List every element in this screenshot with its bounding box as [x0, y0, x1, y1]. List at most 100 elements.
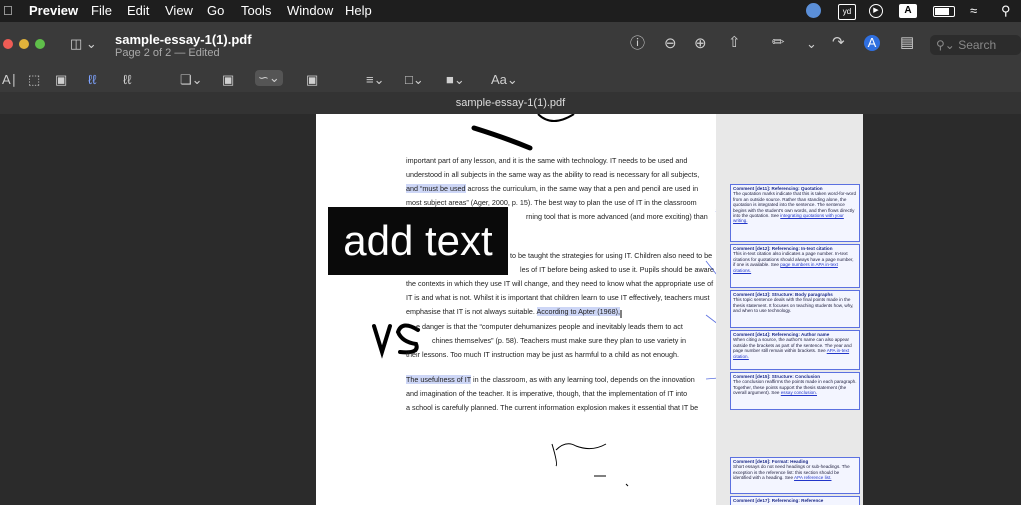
spotlight-icon[interactable]: ⚲	[1001, 3, 1011, 19]
essay-line: most subject areas” (Ager, 2000, p. 15).…	[406, 198, 697, 207]
comment-body: This topic sentence deals with the final…	[733, 297, 854, 314]
menu-app-name[interactable]: Preview	[29, 3, 78, 18]
instant-alpha-icon[interactable]: ▣	[55, 72, 67, 88]
line-text: and imagination of the teacher. It is im…	[406, 389, 688, 398]
comment-link[interactable]: APA reference list.	[794, 475, 831, 480]
form-fill-icon[interactable]: ▤	[900, 35, 914, 51]
highlighted-text: and “must be used	[406, 184, 466, 193]
sidebar-toggle-icon[interactable]: ◫ ⌄	[70, 36, 97, 52]
essay-line: IT is and what is not. Whilst it is impo…	[406, 293, 709, 302]
comment-box[interactable]: Comment [de12]: Referencing: In-text cit…	[730, 244, 860, 288]
essay-line: important part of any lesson, and it is …	[406, 156, 687, 165]
essay-line: emphasise that IT is not always suitable…	[406, 307, 621, 316]
menu-bar:  Preview File Edit View Go Tools Window…	[0, 0, 1021, 22]
rotate-icon[interactable]: ↷	[832, 35, 845, 51]
line-text: emphasise that IT is not always suitable…	[406, 307, 537, 316]
essay-line: a school is carefully planned. The curre…	[406, 403, 698, 412]
highlighted-text: The usefulness of IT	[406, 375, 471, 384]
search-icon: ⚲⌄	[936, 38, 955, 52]
essay-line: rning tool that is more advanced (and mo…	[526, 212, 708, 221]
sketch-stroke-curve	[537, 114, 575, 122]
battery-icon[interactable]	[933, 6, 955, 17]
play-status-icon[interactable]: ▶	[869, 4, 883, 18]
line-text: most subject areas” (Ager, 2000, p. 15).…	[406, 198, 697, 207]
line-text: IT is and what is not. Whilst it is impo…	[406, 293, 710, 302]
comment-box[interactable]: Comment [de11]: Referencing: Quotation Th…	[730, 184, 860, 242]
line-text: rning tool that is more advanced (and mo…	[526, 212, 708, 221]
comment-box[interactable]: Comment [de13]: Structure: Body paragrap…	[730, 290, 860, 328]
menu-file[interactable]: File	[91, 3, 112, 18]
comment-box[interactable]: Comment [de16]: Format: Heading Short ess…	[730, 457, 860, 494]
line-text: in the classroom, as with any learning t…	[471, 375, 695, 384]
input-source-icon[interactable]: A	[899, 4, 917, 18]
draw-icon[interactable]: ℓℓ	[123, 72, 131, 88]
essay-line: and “must be used across the curriculum,…	[406, 184, 698, 193]
zoom-out-icon[interactable]: ⊖	[664, 36, 677, 52]
highlighted-text: According to Apter (1968),	[536, 307, 621, 316]
menu-window[interactable]: Window	[287, 3, 333, 18]
comments-margin: Comment [de11]: Referencing: Quotation Th…	[716, 114, 863, 505]
comment-body: Short essays do not need headings or sub…	[733, 464, 850, 481]
sketch-letter-s	[395, 323, 420, 355]
menu-go[interactable]: Go	[207, 3, 224, 18]
zoom-window-button[interactable]	[35, 39, 45, 49]
line-text: the contexts in which they use IT will c…	[406, 279, 714, 288]
text-selection-icon[interactable]: A∣	[2, 72, 17, 88]
globe-status-icon[interactable]	[806, 3, 821, 18]
essay-line: to be taught the strategies for using IT…	[510, 251, 712, 260]
note-icon[interactable]: ▣	[306, 72, 318, 88]
wifi-icon[interactable]: ≈	[970, 3, 977, 18]
essay-line: their lessons. Too much IT instruction m…	[406, 350, 679, 359]
comment-box[interactable]: Comment [de14]: Referencing: Author name…	[730, 330, 860, 370]
search-placeholder: Search	[958, 38, 997, 52]
document-title: sample-essay-1(1).pdf	[115, 32, 252, 47]
sketch-dots	[594, 475, 629, 487]
menu-help[interactable]: Help	[345, 3, 372, 18]
markup-pen-icon[interactable]: ✏	[772, 35, 785, 51]
comment-link[interactable]: essay conclusion.	[781, 390, 817, 395]
text-box-annotation[interactable]: add text	[328, 207, 508, 275]
menu-view[interactable]: View	[165, 3, 193, 18]
menu-edit[interactable]: Edit	[127, 3, 149, 18]
line-text: e danger is that the “computer dehumaniz…	[416, 322, 683, 331]
share-icon[interactable]: ⇧	[728, 35, 741, 51]
text-style-label: Aa	[491, 72, 507, 87]
markup-toggle-icon[interactable]: A	[864, 35, 880, 51]
essay-line: understood in all subjects in the same w…	[406, 170, 699, 179]
menu-tools[interactable]: Tools	[241, 3, 271, 18]
sign-icon[interactable]: ∽⌄	[255, 70, 283, 86]
fill-color-icon[interactable]: ■⌄	[446, 72, 465, 88]
pdf-page[interactable]: important part of any lesson, and it is …	[316, 114, 716, 505]
line-text: les of IT before being asked to use it. …	[520, 265, 716, 274]
essay-line: chines themselves” (p. 58). Teachers mus…	[432, 336, 686, 345]
minimize-window-button[interactable]	[19, 39, 29, 49]
sketch-icon[interactable]: ℓℓ	[88, 72, 96, 88]
shape-style-icon[interactable]: ≡⌄	[366, 72, 384, 88]
essay-line: and imagination of the teacher. It is im…	[406, 389, 687, 398]
comment-box[interactable]: Comment [de15]: Structure: Conclusion The…	[730, 372, 860, 410]
line-text: across the curriculum, in the same way t…	[465, 184, 699, 193]
yd-status-icon[interactable]: yd	[838, 4, 856, 20]
zoom-in-icon[interactable]: ⊕	[694, 36, 707, 52]
line-text: important part of any lesson, and it is …	[406, 156, 688, 165]
close-window-button[interactable]	[3, 39, 13, 49]
sketch-stroke-top	[471, 125, 533, 151]
markup-dropdown-icon[interactable]: ⌄	[806, 36, 817, 52]
text-style-icon[interactable]: Aa⌄	[491, 72, 518, 88]
window-title: sample-essay-1(1).pdf	[0, 92, 1021, 114]
sketch-signature	[551, 443, 607, 467]
apple-icon[interactable]: 	[3, 3, 13, 18]
border-color-icon[interactable]: □⌄	[405, 72, 424, 88]
shapes-icon[interactable]: ❏⌄	[180, 72, 203, 88]
sketch-letter-v	[372, 324, 392, 359]
rectangular-selection-icon[interactable]: ⬚	[28, 72, 40, 88]
info-icon[interactable]: ⓘ	[630, 36, 645, 52]
essay-line: les of IT before being asked to use it. …	[520, 265, 716, 274]
text-box-icon[interactable]: ▣	[222, 72, 234, 88]
line-text: understood in all subjects in the same w…	[406, 170, 700, 179]
search-field[interactable]: ⚲⌄ Search	[930, 35, 1021, 55]
essay-line: the contexts in which they use IT will c…	[406, 279, 713, 288]
document-subtitle: Page 2 of 2 — Edited	[115, 47, 220, 59]
comment-box[interactable]: Comment [de17]: Referencing: Reference	[730, 496, 860, 505]
essay-line: The usefulness of IT in the classroom, a…	[406, 375, 695, 384]
